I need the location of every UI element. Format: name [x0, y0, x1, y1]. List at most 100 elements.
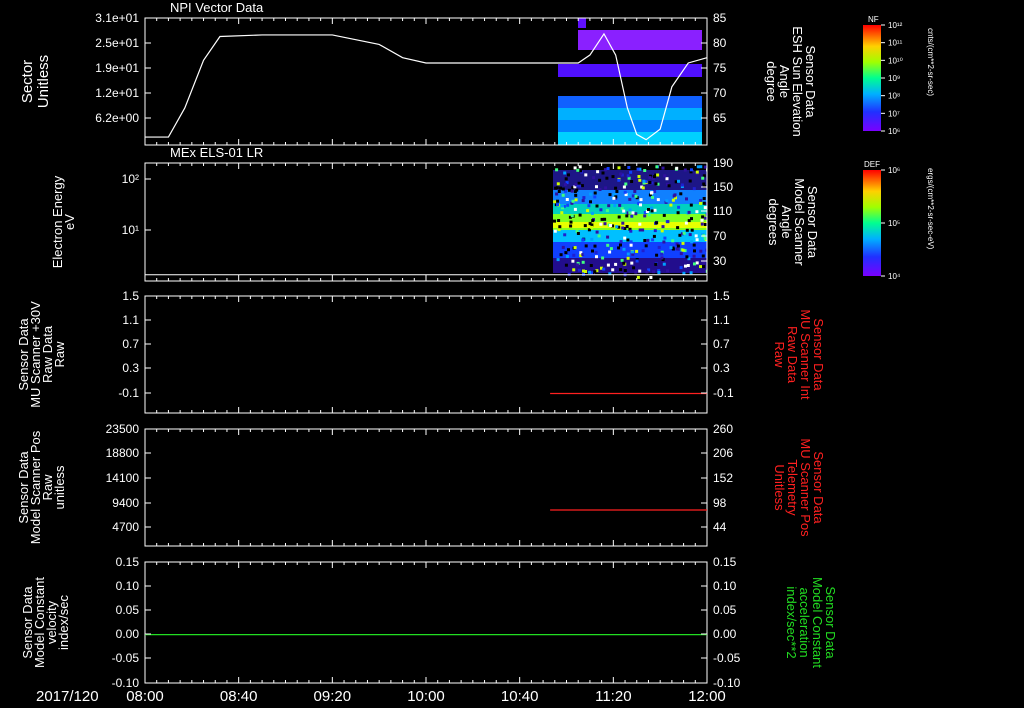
spectrogram-pixel: [603, 222, 607, 226]
spectrogram-pixel: [572, 253, 576, 257]
spectrogram-pixel: [694, 234, 698, 238]
spectrogram-pixel: [677, 205, 681, 209]
spectrogram-pixel: [582, 196, 586, 200]
spectrogram-pixel: [566, 203, 570, 207]
spectrogram-pixel: [662, 262, 666, 266]
spectrogram-pixel: [699, 199, 703, 202]
y-label-right: Unitless: [772, 464, 787, 511]
spectrogram-pixel: [689, 203, 693, 207]
spectrogram-pixel: [573, 207, 577, 211]
spectrogram-pixel: [575, 188, 579, 192]
colorbar-tick-label: 10⁷: [888, 109, 900, 118]
spectrogram-pixel: [595, 185, 598, 189]
spectrogram-pixel: [557, 219, 561, 222]
heat-band: [558, 132, 702, 145]
spectrogram-pixel: [603, 168, 607, 172]
spectrogram-pixel: [630, 214, 634, 218]
spectrogram-pixel: [598, 276, 602, 280]
spectrogram-pixel: [643, 239, 647, 242]
spectrogram-pixel: [685, 228, 689, 232]
spectrogram-pixel: [653, 229, 657, 233]
spectrogram-pixel: [649, 276, 653, 279]
spectrogram-pixel: [638, 178, 642, 182]
panel-1-title: NPI Vector Data: [170, 0, 264, 15]
spectrogram-pixel: [657, 271, 661, 274]
y-tick-label-right: 80: [713, 36, 727, 50]
y-tick-label-left: 1.2e+01: [95, 86, 139, 100]
time-axis-labels: 08:00 08:40 09:20 10:00 10:40 11:20 12:00: [126, 688, 726, 705]
spectrogram-pixel: [666, 220, 670, 224]
y-tick-label-left: -0.1: [118, 386, 139, 400]
spectrogram-pixel: [574, 193, 578, 197]
spectrogram-pixel: [687, 210, 691, 214]
spectrogram-pixel: [598, 188, 602, 191]
spectrogram-pixel: [669, 246, 673, 250]
heat-band: [558, 96, 702, 108]
y-tick-label-right: 44: [713, 520, 727, 534]
x-tick-label: 11:20: [595, 688, 631, 705]
spectrogram-pixel: [637, 175, 641, 178]
spectrogram-pixel: [629, 170, 633, 174]
spectrogram-pixel: [588, 222, 592, 226]
spectrogram-pixel: [617, 215, 621, 219]
spectrogram-pixel: [636, 275, 640, 279]
spectrogram-pixel: [608, 250, 612, 254]
spectrogram-pixel: [660, 252, 664, 256]
y-tick-label-right: 1.1: [713, 313, 730, 327]
spectrogram-pixel: [700, 218, 704, 222]
spectrogram-pixel: [618, 203, 622, 207]
multi-panel-plot: NPI Vector Data MEx ELS-01 LR 3.1e+01 2.5…: [16, 0, 935, 705]
colorbar-nf-ticks: 10¹² 10¹¹ 10¹⁰ 10⁹ 10⁸ 10⁷ 10⁶: [881, 21, 903, 136]
spectrogram-pixel: [696, 165, 700, 169]
spectrogram-pixel: [623, 236, 627, 240]
spectrogram-pixel: [701, 215, 705, 219]
spectrogram-pixel: [567, 188, 571, 192]
spectrogram-pixel: [656, 198, 660, 202]
y-tick-label-left: 4700: [112, 520, 139, 534]
y-tick-label-right: 1.5: [713, 289, 730, 303]
spectrogram-pixel: [635, 249, 639, 253]
spectrogram-pixel: [576, 168, 580, 172]
spectrogram-pixel: [626, 238, 630, 242]
colorbar-tick-label: 10⁶: [888, 127, 900, 136]
spectrogram-pixel: [617, 166, 621, 170]
spectrogram-pixel: [631, 194, 635, 198]
spectrogram-pixel: [688, 233, 692, 237]
panel-2-spectrogram: [553, 165, 707, 280]
spectrogram-pixel: [699, 265, 702, 269]
y-tick-label-left: 1.9e+01: [95, 61, 139, 75]
y-tick-label-right: 206: [713, 446, 733, 460]
y-tick-label-left: 18800: [106, 446, 140, 460]
y-tick-label-right: 0.00: [713, 627, 737, 641]
colorbar-def-units: ergs/(cm**2-sr-sec-eV): [926, 168, 935, 250]
spectrogram-pixel: [565, 198, 569, 201]
spectrogram-pixel: [638, 222, 642, 226]
y-tick-label-left: 14100: [106, 471, 140, 485]
heat-band: [558, 120, 702, 132]
spectrogram-pixel: [682, 231, 686, 235]
spectrogram-pixel: [569, 224, 573, 228]
spectrogram-pixel: [692, 254, 696, 258]
spectrogram-pixel: [575, 263, 579, 267]
spectrogram-pixel: [564, 251, 568, 255]
y-tick-label-left: 0.10: [116, 579, 140, 593]
spectrogram-pixel: [612, 196, 616, 200]
colorbar-tick-label: 10⁵: [888, 219, 900, 228]
spectrogram-pixel: [619, 243, 622, 247]
y-label-left: unitless: [52, 465, 67, 510]
spectrogram-pixel: [652, 270, 656, 274]
colorbar-def-ticks: 10⁶ 10⁵ 10⁴: [881, 166, 901, 281]
y-tick-label-right: 260: [713, 422, 733, 436]
spectrogram-pixel: [663, 236, 667, 240]
spectrogram-pixel: [703, 165, 707, 169]
spectrogram-pixel: [661, 166, 665, 170]
spectrogram-pixel: [561, 245, 565, 249]
spectrogram-pixel: [690, 240, 694, 244]
spectrogram-pixel: [641, 186, 645, 190]
panel-3-frame: [144, 295, 708, 414]
y-tick-label-right: 65: [713, 111, 727, 125]
y-tick-label-right: 0.05: [713, 603, 737, 617]
spectrogram-pixel: [559, 253, 563, 257]
y-label-right: degrees: [766, 199, 781, 246]
y-tick-label-right: 110: [713, 204, 732, 218]
